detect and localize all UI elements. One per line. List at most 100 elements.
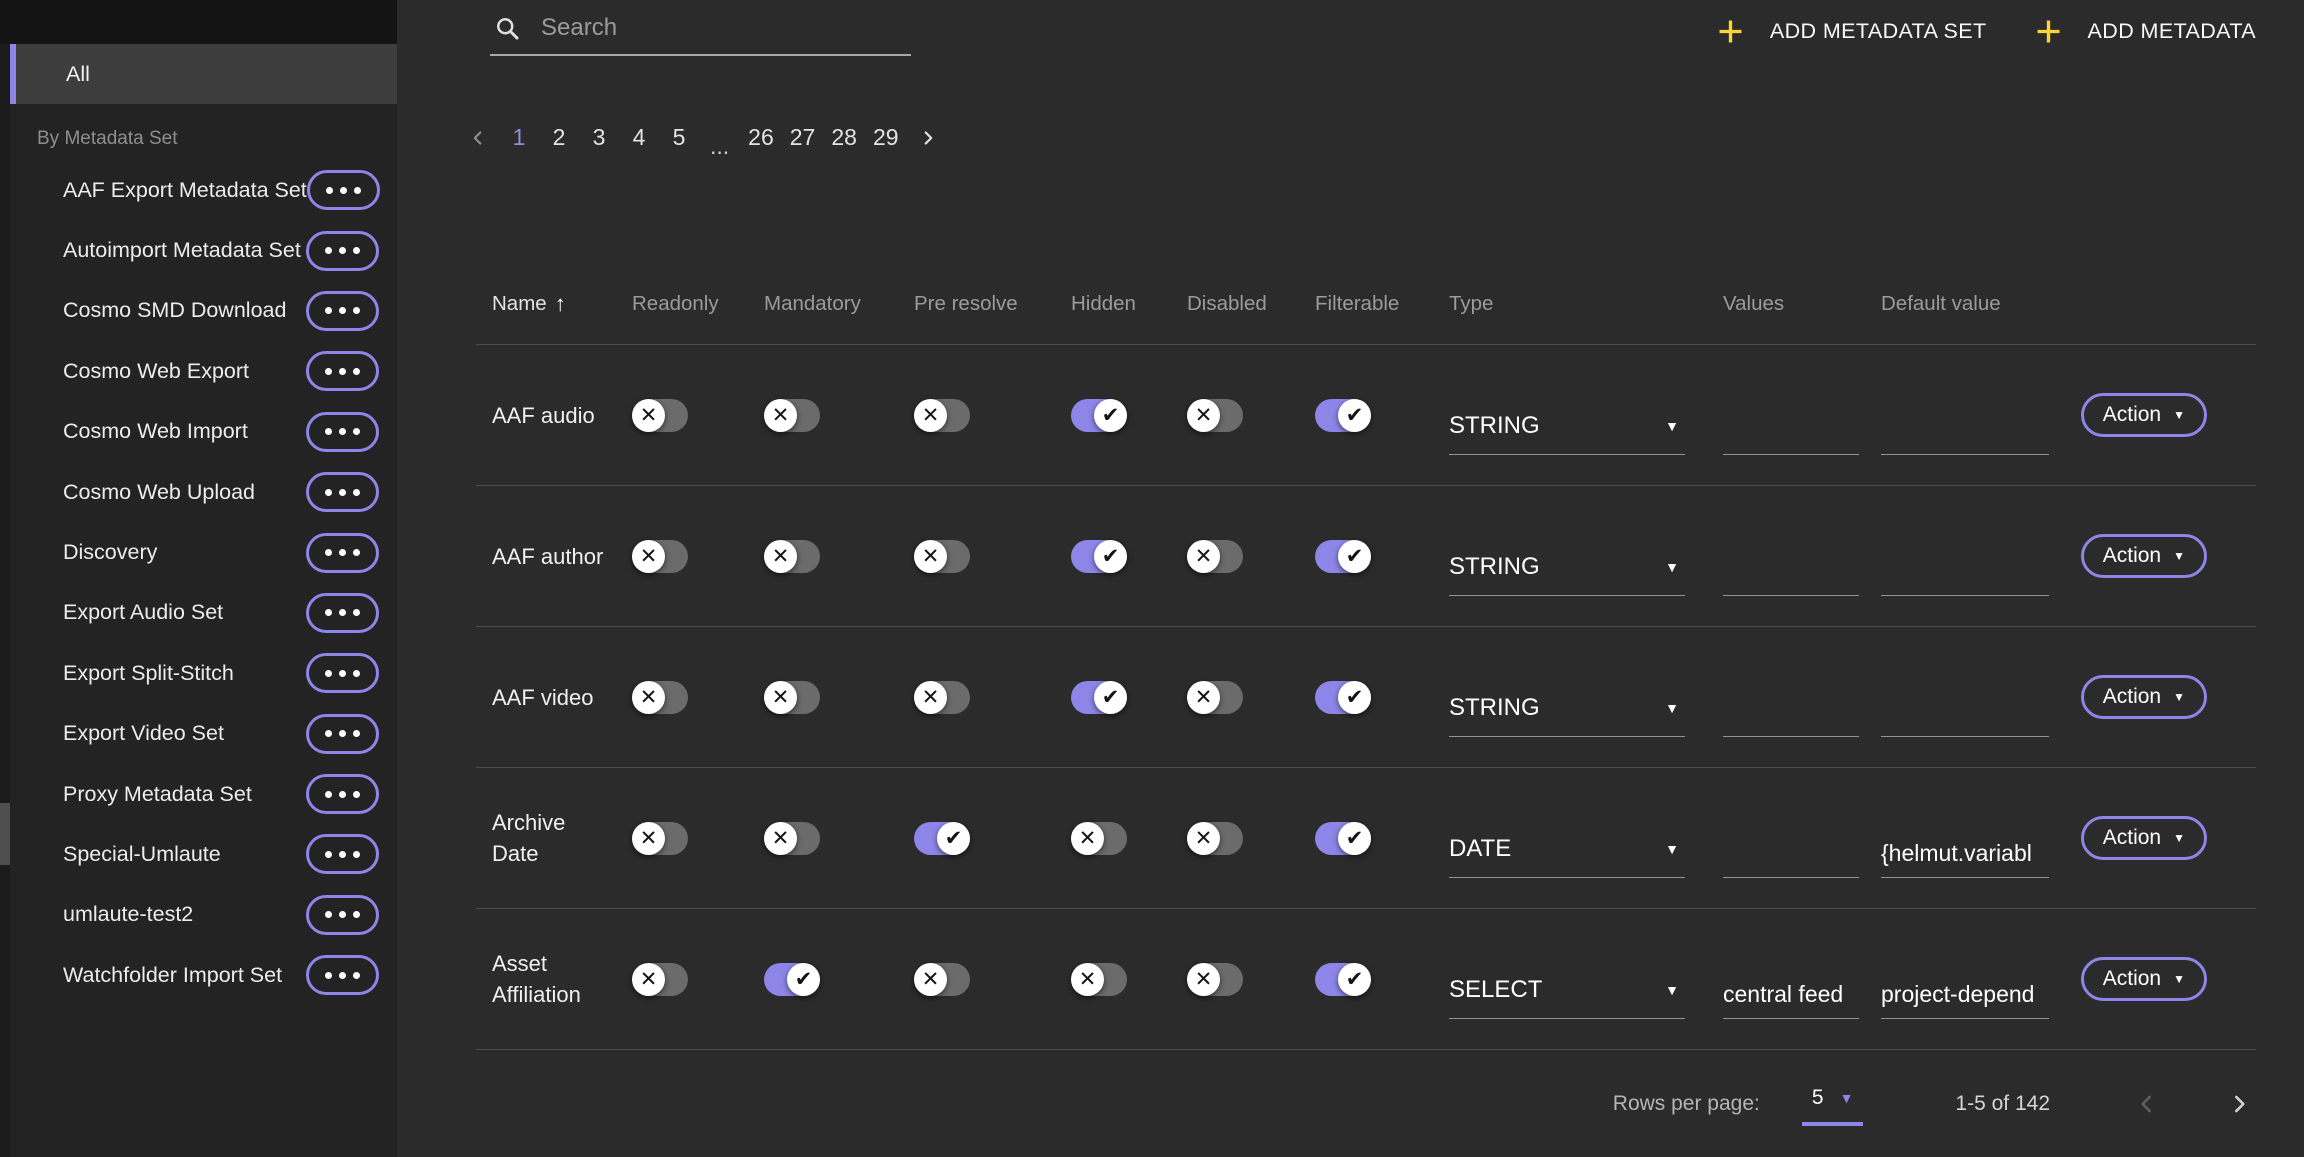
- sidebar-item-cosmo-web-upload[interactable]: Cosmo Web Upload: [10, 462, 397, 522]
- page-number-1[interactable]: 1: [503, 122, 535, 153]
- page-number-26[interactable]: 26: [744, 122, 778, 153]
- type-select[interactable]: DATE ▼: [1449, 835, 1685, 878]
- toggle-disabled[interactable]: ✕: [1187, 963, 1243, 996]
- page-number-4[interactable]: 4: [623, 122, 655, 153]
- type-select[interactable]: SELECT ▼: [1449, 976, 1685, 1019]
- add-metadata-set-button[interactable]: ADD METADATA SET: [1715, 16, 1987, 47]
- toggle-disabled[interactable]: ✕: [1187, 822, 1243, 855]
- more-options-button[interactable]: [306, 774, 379, 814]
- rows-per-page-select[interactable]: 5 ▼: [1802, 1082, 1864, 1126]
- page-number-29[interactable]: 29: [869, 122, 903, 153]
- toggle-mandatory[interactable]: ✕: [764, 681, 820, 714]
- default-value-field[interactable]: project-depend: [1881, 975, 2049, 1019]
- sidebar-item-watchfolder-import-set[interactable]: Watchfolder Import Set: [10, 945, 397, 1005]
- toggle-hidden[interactable]: ✔: [1071, 399, 1127, 432]
- toggle-hidden[interactable]: ✕: [1071, 822, 1127, 855]
- toggle-filterable[interactable]: ✔: [1315, 681, 1371, 714]
- values-field[interactable]: [1723, 834, 1859, 878]
- toggle-hidden[interactable]: ✔: [1071, 540, 1127, 573]
- page-number-27[interactable]: 27: [786, 122, 820, 153]
- previous-rows-button[interactable]: [2130, 1087, 2164, 1121]
- toggle-hidden[interactable]: ✔: [1071, 681, 1127, 714]
- sidebar-item-autoimport-metadata-set[interactable]: Autoimport Metadata Set: [10, 220, 397, 280]
- sidebar-scrollbar[interactable]: [0, 44, 10, 1157]
- toggle-readonly[interactable]: ✕: [632, 399, 688, 432]
- previous-page-button[interactable]: [461, 127, 495, 149]
- toggle-disabled[interactable]: ✕: [1187, 399, 1243, 432]
- sidebar-item-aaf-export-metadata-set[interactable]: AAF Export Metadata Set: [10, 160, 397, 220]
- toggle-filterable[interactable]: ✔: [1315, 540, 1371, 573]
- action-button[interactable]: Action ▼: [2081, 816, 2207, 860]
- sidebar-item-cosmo-web-import[interactable]: Cosmo Web Import: [10, 402, 397, 462]
- sidebar-item-export-split-stitch[interactable]: Export Split-Stitch: [10, 643, 397, 703]
- sidebar-item-cosmo-web-export[interactable]: Cosmo Web Export: [10, 341, 397, 401]
- more-options-button[interactable]: [306, 653, 379, 693]
- values-field[interactable]: [1723, 552, 1859, 596]
- toggle-pre-resolve[interactable]: ✕: [914, 540, 970, 573]
- toggle-hidden[interactable]: ✕: [1071, 963, 1127, 996]
- sidebar-item-export-video-set[interactable]: Export Video Set: [10, 704, 397, 764]
- toggle-filterable[interactable]: ✔: [1315, 963, 1371, 996]
- toggle-readonly[interactable]: ✕: [632, 681, 688, 714]
- more-options-button[interactable]: [306, 291, 379, 331]
- type-select[interactable]: STRING ▼: [1449, 412, 1685, 455]
- default-value-field[interactable]: [1881, 552, 2049, 596]
- sidebar-item-cosmo-smd-download[interactable]: Cosmo SMD Download: [10, 281, 397, 341]
- default-value-field[interactable]: [1881, 693, 2049, 737]
- toggle-readonly[interactable]: ✕: [632, 540, 688, 573]
- toggle-readonly[interactable]: ✕: [632, 822, 688, 855]
- toggle-pre-resolve[interactable]: ✕: [914, 963, 970, 996]
- more-options-button[interactable]: [306, 231, 379, 271]
- toggle-disabled[interactable]: ✕: [1187, 540, 1243, 573]
- toggle-disabled[interactable]: ✕: [1187, 681, 1243, 714]
- toggle-pre-resolve[interactable]: ✔: [914, 822, 970, 855]
- page-number-28[interactable]: 28: [827, 122, 861, 153]
- page-number-2[interactable]: 2: [543, 122, 575, 153]
- toggle-pre-resolve[interactable]: ✕: [914, 399, 970, 432]
- sidebar-item-discovery[interactable]: Discovery: [10, 522, 397, 582]
- toggle-mandatory[interactable]: ✕: [764, 822, 820, 855]
- page-number-5[interactable]: 5: [663, 122, 695, 153]
- sidebar-item-all[interactable]: All: [10, 44, 397, 104]
- sidebar-item-export-audio-set[interactable]: Export Audio Set: [10, 583, 397, 643]
- more-options-button[interactable]: [306, 472, 379, 512]
- sidebar-item-special-umlaute[interactable]: Special-Umlaute: [10, 824, 397, 884]
- toggle-mandatory[interactable]: ✔: [764, 963, 820, 996]
- sidebar-item-umlaute-test2[interactable]: umlaute-test2: [10, 885, 397, 945]
- toggle-mandatory[interactable]: ✕: [764, 540, 820, 573]
- more-options-button[interactable]: [306, 533, 379, 573]
- more-options-button[interactable]: [306, 593, 379, 633]
- type-select[interactable]: STRING ▼: [1449, 694, 1685, 737]
- add-metadata-button[interactable]: ADD METADATA: [2033, 16, 2256, 47]
- action-button[interactable]: Action ▼: [2081, 675, 2207, 719]
- toggle-mandatory[interactable]: ✕: [764, 399, 820, 432]
- more-options-button[interactable]: [307, 170, 380, 210]
- values-field[interactable]: [1723, 411, 1859, 455]
- action-button[interactable]: Action ▼: [2081, 534, 2207, 578]
- next-rows-button[interactable]: [2222, 1087, 2256, 1121]
- action-button[interactable]: Action ▼: [2081, 393, 2207, 437]
- more-options-button[interactable]: [306, 714, 379, 754]
- toggle-readonly[interactable]: ✕: [632, 963, 688, 996]
- more-options-button[interactable]: [306, 834, 379, 874]
- more-options-button[interactable]: [306, 351, 379, 391]
- search-input[interactable]: [541, 14, 907, 42]
- more-options-button[interactable]: [306, 412, 379, 452]
- values-field[interactable]: [1723, 693, 1859, 737]
- toggle-filterable[interactable]: ✔: [1315, 822, 1371, 855]
- more-options-button[interactable]: [306, 895, 379, 935]
- column-header-name[interactable]: Name↑: [476, 291, 632, 317]
- scrollbar-thumb[interactable]: [0, 803, 10, 865]
- default-value-field[interactable]: {helmut.variabl: [1881, 834, 2049, 878]
- more-options-button[interactable]: [306, 955, 379, 995]
- page-number-3[interactable]: 3: [583, 122, 615, 153]
- toggle-filterable[interactable]: ✔: [1315, 399, 1371, 432]
- x-icon: ✕: [632, 540, 665, 573]
- sidebar-item-proxy-metadata-set[interactable]: Proxy Metadata Set: [10, 764, 397, 824]
- action-button[interactable]: Action ▼: [2081, 957, 2207, 1001]
- toggle-pre-resolve[interactable]: ✕: [914, 681, 970, 714]
- default-value-field[interactable]: [1881, 411, 2049, 455]
- next-page-button[interactable]: [911, 127, 945, 149]
- type-select[interactable]: STRING ▼: [1449, 553, 1685, 596]
- values-field[interactable]: central feed: [1723, 975, 1859, 1019]
